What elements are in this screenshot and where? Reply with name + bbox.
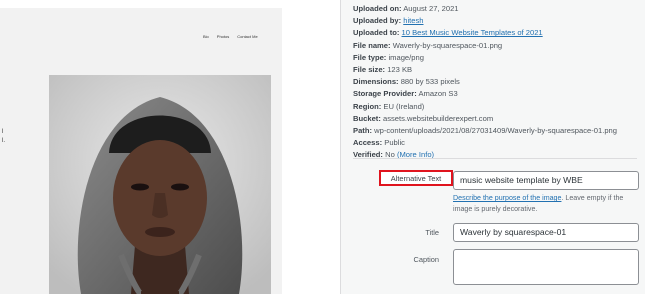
nav-item-contact: Contact Me [237, 34, 258, 39]
meta-file-name: File name: Waverly-by-squarespace-01.png [353, 40, 503, 50]
meta-file-size: File size: 123 KB [353, 65, 413, 75]
meta-file-type: File type: image/png [353, 52, 424, 62]
parent-post-link[interactable]: 10 Best Music Website Templates of 2021 [402, 28, 543, 37]
preview-side-text: l l. [2, 128, 5, 146]
meta-dimensions: Dimensions: 880 by 533 pixels [353, 77, 460, 87]
meta-verified: Verified: No (More Info) [353, 150, 435, 160]
caption-label: Caption [413, 255, 439, 264]
meta-uploaded-on: Uploaded on: August 27, 2021 [353, 4, 459, 13]
nav-item-bio: Bio [203, 34, 209, 39]
describe-purpose-link[interactable]: Describe the purpose of the image [453, 194, 561, 202]
meta-region: Region: EU (Ireland) [353, 101, 425, 111]
meta-uploaded-by: Uploaded by: hitesh [353, 16, 424, 26]
meta-path: Path: wp-content/uploads/2021/08/2703140… [353, 126, 617, 136]
side-mark: l [2, 129, 4, 135]
file-metadata: Uploaded on: August 27, 2021 Uploaded by… [353, 3, 617, 162]
nav-item-photos: Photos [216, 34, 230, 39]
image-preview: Bio Photos Contact Me l l. [0, 0, 340, 294]
portrait-photo [49, 75, 271, 294]
meta-access: Access: Public [353, 138, 405, 148]
meta-uploaded-to: Uploaded to: 10 Best Music Website Templ… [353, 28, 543, 38]
uploader-link[interactable]: hitesh [403, 16, 423, 25]
side-mark: l. [2, 138, 5, 144]
attachment-details-panel: Uploaded on: August 27, 2021 Uploaded by… [341, 0, 645, 294]
caption-textarea[interactable] [453, 249, 639, 285]
section-divider [353, 158, 637, 159]
alt-text-label: Alternative Text [379, 170, 453, 186]
portrait-illustration [49, 75, 271, 294]
title-label: Title [425, 228, 439, 237]
title-input[interactable]: Waverly by squarespace-01 [453, 223, 639, 242]
alt-text-input[interactable]: music website template by WBE [453, 171, 639, 190]
meta-storage-provider: Storage Provider: Amazon S3 [353, 89, 458, 99]
site-preview-nav: Bio Photos Contact Me [203, 34, 258, 39]
alt-text-help: Describe the purpose of the image. Leave… [453, 194, 624, 213]
meta-bucket: Bucket: assets.websitebuilderexpert.com [353, 113, 494, 123]
